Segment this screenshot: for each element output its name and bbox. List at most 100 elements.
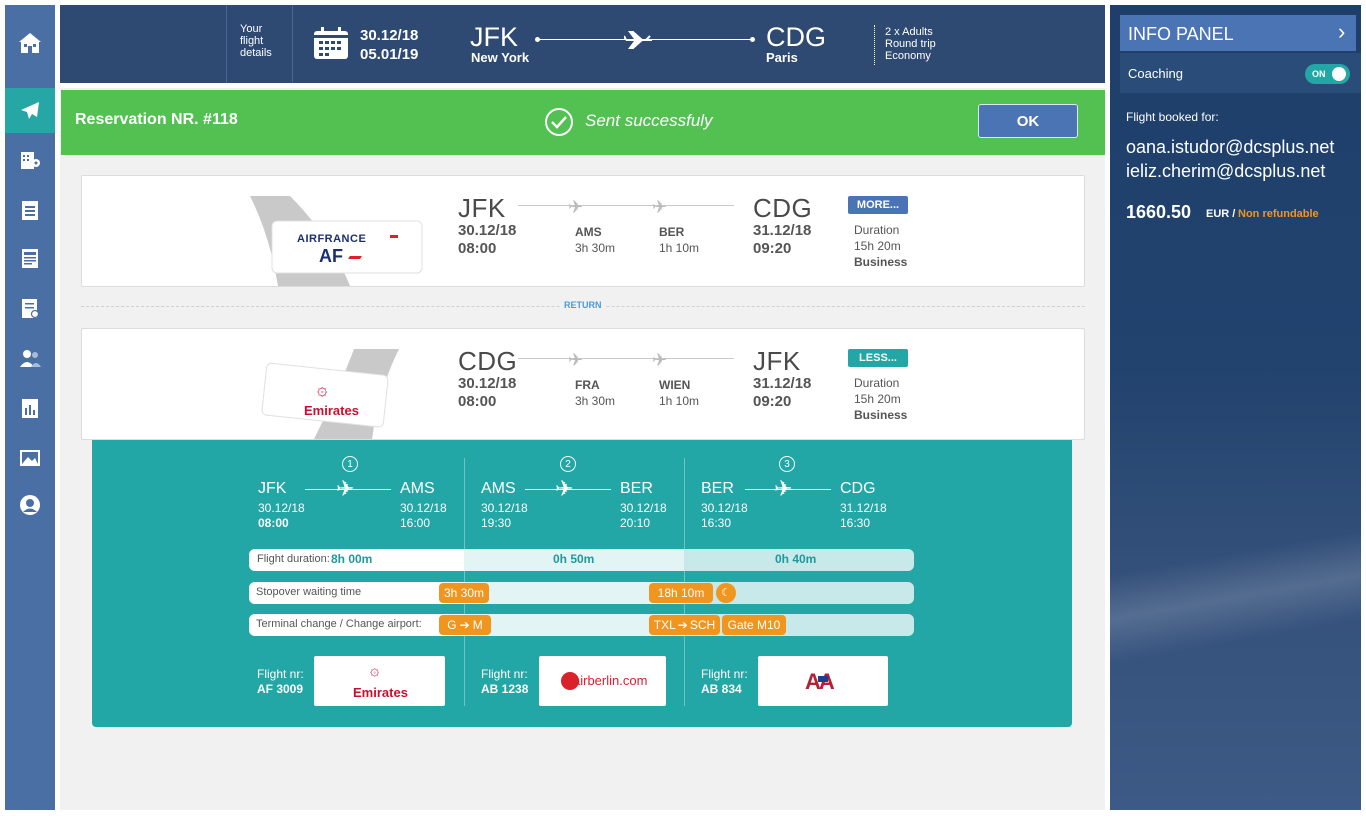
inbound-flight-card[interactable]: ۞ Emirates CDG 30.12/18 08:00 ✈ ✈ FRA 3h… — [81, 328, 1085, 440]
origin-code: CDG — [458, 346, 518, 376]
coaching-toggle[interactable]: ON — [1305, 64, 1350, 84]
airport-change-badge: TXL ➔ SCH — [649, 615, 720, 635]
route-dot — [535, 37, 540, 42]
stopover-label: Stopover waiting time — [256, 586, 362, 598]
duration-label: Flight duration: — [257, 553, 330, 565]
departure-time: 08:00 — [458, 393, 497, 410]
label-line: Your — [240, 23, 263, 35]
info-panel: INFO PANEL › Coaching ON Flight booked f… — [1110, 5, 1361, 810]
users-icon[interactable] — [5, 335, 55, 380]
segment-duration: 0h 50m — [553, 552, 595, 566]
price-currency: EUR / — [1206, 208, 1236, 220]
less-button[interactable]: LESS... — [848, 349, 908, 367]
segment-departure-time: 16:30 — [701, 516, 732, 530]
segment-departure-date: 30.12/18 — [258, 501, 305, 515]
plane-icon[interactable] — [5, 88, 55, 133]
plane-icon — [623, 29, 654, 56]
origin-code: JFK — [458, 193, 506, 223]
flight-nr-label: Flight nr: — [257, 667, 304, 681]
terminal-change-badge: G ➔ M — [439, 615, 491, 635]
home-icon[interactable] — [5, 20, 55, 65]
duration-value: 15h 20m — [854, 392, 901, 406]
cabin-class: Economy — [885, 50, 931, 62]
segment-number: 2 — [560, 456, 576, 472]
plane-icon: ✈ — [774, 476, 793, 501]
date-out: 30.12/18 — [360, 27, 419, 44]
segment-destination: BER — [620, 480, 653, 497]
segment-duration: 0h 40m — [775, 552, 817, 566]
segment-arrival-date: 31.12/18 — [840, 501, 887, 515]
plane-icon: ✈ — [652, 197, 668, 217]
segment-departure-time: 08:00 — [258, 516, 289, 530]
segment-arrival-time: 16:00 — [400, 516, 431, 530]
segment-arrival-date: 30.12/18 — [400, 501, 447, 515]
flight-nr: AB 834 — [701, 682, 742, 696]
coaching-row: Coaching ON — [1120, 53, 1361, 93]
cabin-class: Business — [854, 255, 908, 269]
airline-logo-accent — [348, 256, 362, 259]
departure-date: 30.12/18 — [458, 375, 517, 392]
origin-city: New York — [471, 50, 530, 65]
trip-dates: 30.12/18 05.01/19 — [360, 26, 418, 64]
segment-destination: CDG — [840, 480, 876, 497]
destination-city: Paris — [766, 50, 798, 65]
checklist-icon[interactable] — [5, 187, 55, 232]
hotel-icon[interactable] — [5, 137, 55, 182]
outbound-flight-card[interactable]: AIRFRANCE AF JFK 30.12/18 08:00 ✈ ✈ AMS … — [81, 175, 1085, 287]
airline-name: Emirates — [304, 403, 359, 418]
stop-code: BER — [659, 225, 685, 239]
chevron-right-icon[interactable]: › — [1338, 19, 1345, 45]
your-flight-details-label: Your flight details — [240, 23, 272, 59]
arrival-time: 09:20 — [753, 240, 792, 257]
user-circle-icon[interactable] — [5, 482, 55, 527]
reservation-number: Reservation NR. #118 — [75, 111, 238, 128]
airport-to: SCH — [689, 618, 716, 632]
image-icon[interactable] — [5, 435, 55, 480]
logo-text: AA — [805, 669, 835, 695]
route-dot — [750, 37, 755, 42]
plane-icon: ✈ — [336, 476, 355, 501]
more-button[interactable]: MORE... — [848, 196, 908, 214]
stop-code: WIEN — [659, 378, 691, 392]
calendar-icon — [313, 26, 349, 65]
segment-arrival-time: 16:30 — [840, 516, 871, 530]
ok-button[interactable]: OK — [978, 104, 1078, 138]
flight-segments-detail: 1 JFK 30.12/18 08:00 ✈ AMS 30.12/18 16:0… — [92, 440, 1072, 727]
arrival-time: 09:20 — [753, 393, 792, 410]
report-icon[interactable] — [5, 285, 55, 330]
wing-background-image — [1110, 485, 1361, 665]
segment-departure-date: 30.12/18 — [701, 501, 748, 515]
info-panel-header[interactable]: INFO PANEL › — [1120, 15, 1356, 51]
flight-nr: AF 3009 — [257, 682, 304, 696]
plane-icon: ✈ — [652, 350, 668, 370]
refund-policy: Non refundable — [1238, 208, 1319, 220]
segment-arrival-time: 20:10 — [620, 516, 651, 530]
divider — [292, 5, 293, 83]
booked-email: ieliz.cherim@dcsplus.net — [1126, 161, 1326, 181]
airline-logo-airberlin: airberlin.com — [539, 656, 666, 706]
cabin-class: Business — [854, 408, 908, 422]
flight-nr-label: Flight nr: — [481, 667, 528, 681]
duration-label: Duration — [854, 376, 900, 390]
duration-label: Duration — [854, 223, 900, 237]
departure-time: 08:00 — [458, 240, 497, 257]
stop-duration: 3h 30m — [575, 241, 616, 255]
segment-departure-time: 19:30 — [481, 516, 512, 530]
airline-logo-emirates: ۞ Emirates — [314, 656, 445, 706]
terminal-change-label: Terminal change / Change airport: — [256, 618, 422, 630]
route-line — [518, 205, 734, 206]
date-back: 05.01/19 — [360, 46, 419, 63]
panel-title: INFO PANEL — [1128, 24, 1234, 44]
flight-nr-label: Flight nr: — [701, 667, 748, 681]
booked-email: oana.istudor@dcsplus.net — [1126, 137, 1335, 157]
chart-icon[interactable] — [5, 385, 55, 430]
logo-text: airberlin.com — [573, 673, 648, 688]
success-message: Sent successfuly — [585, 111, 713, 130]
stop-duration: 3h 30m — [575, 394, 616, 408]
destination-code: CDG — [766, 22, 826, 52]
document-icon[interactable] — [5, 235, 55, 280]
segment-origin: JFK — [258, 480, 287, 497]
departure-date: 30.12/18 — [458, 222, 517, 239]
flight-summary-header: Your flight details 30.12/18 05.01/19 JF… — [60, 5, 1105, 83]
divider — [226, 5, 227, 83]
